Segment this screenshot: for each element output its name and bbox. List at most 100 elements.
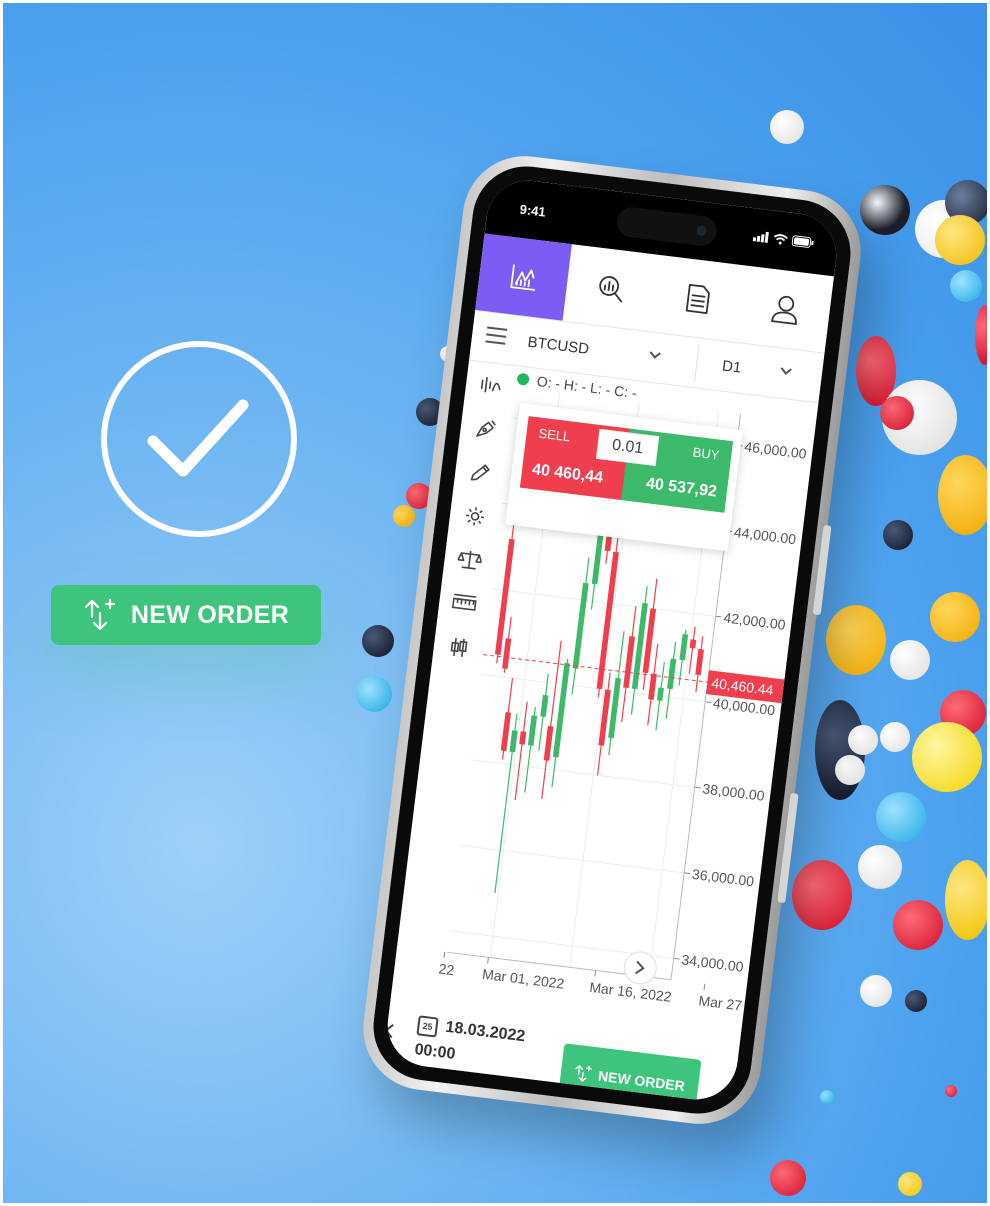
phone-new-order-button[interactable]: NEW ORDER bbox=[557, 1043, 702, 1105]
ball-decoration bbox=[912, 722, 982, 792]
order-arrows-icon bbox=[84, 598, 115, 631]
grid-line bbox=[491, 588, 720, 618]
pen-tool-icon bbox=[476, 420, 496, 437]
ball-decoration bbox=[880, 396, 914, 430]
ball-decoration bbox=[792, 860, 852, 930]
tab-analysis[interactable] bbox=[563, 244, 660, 331]
selected-date: 18.03.2022 bbox=[444, 1018, 527, 1046]
date-axis-label: 22 bbox=[438, 960, 456, 978]
indicators-icon bbox=[480, 377, 501, 393]
ball-decoration bbox=[883, 520, 913, 550]
candle-body bbox=[494, 538, 515, 655]
sell-label: SELL bbox=[537, 425, 572, 445]
document-list-icon bbox=[685, 283, 710, 314]
buy-label: BUY bbox=[691, 444, 721, 463]
ball-decoration bbox=[880, 722, 910, 752]
ball-decoration bbox=[975, 305, 990, 365]
ball-decoration bbox=[356, 676, 392, 712]
chevron-down-icon[interactable] bbox=[780, 363, 792, 375]
price-tick bbox=[684, 872, 691, 875]
price-tick bbox=[673, 957, 680, 960]
gear-icon bbox=[466, 507, 485, 526]
price-axis-label: 34,000.00 bbox=[681, 951, 745, 974]
candle-body bbox=[540, 694, 549, 717]
chevron-down-icon[interactable] bbox=[649, 347, 661, 359]
grid-line bbox=[459, 844, 689, 874]
ball-decoration bbox=[945, 860, 990, 940]
ball-decoration bbox=[860, 975, 892, 1007]
analytics-search-icon bbox=[599, 275, 623, 303]
ball-decoration bbox=[938, 455, 990, 535]
ball-decoration bbox=[826, 605, 886, 675]
price-axis-label: 44,000.00 bbox=[733, 524, 797, 547]
phone-new-order-label: NEW ORDER bbox=[597, 1067, 686, 1095]
tab-profile[interactable] bbox=[737, 266, 834, 353]
balance-scale-icon bbox=[457, 551, 483, 570]
ruler-icon bbox=[451, 593, 477, 611]
phone-mockup: 9:41 BTCUSD D1 46,000.00 44,000.00 42,00… bbox=[356, 149, 868, 1131]
candle-body bbox=[527, 715, 538, 746]
sell-price: 40 460,44 bbox=[531, 461, 604, 487]
ball-decoration bbox=[858, 845, 902, 889]
grid-line bbox=[470, 759, 699, 789]
price-axis-label: 42,000.00 bbox=[723, 609, 787, 632]
app-screen: 9:41 BTCUSD D1 46,000.00 44,000.00 42,00… bbox=[382, 175, 842, 1105]
tab-chart[interactable] bbox=[475, 233, 572, 321]
ball-decoration bbox=[890, 640, 930, 680]
date-tick bbox=[487, 957, 489, 964]
divider bbox=[694, 344, 700, 383]
ball-decoration bbox=[820, 1090, 834, 1104]
candle-body bbox=[689, 639, 697, 649]
battery-icon bbox=[791, 235, 814, 248]
candle-body bbox=[572, 582, 589, 669]
status-icons bbox=[752, 230, 815, 248]
candle-body bbox=[679, 633, 689, 661]
ball-decoration bbox=[362, 625, 394, 657]
dynamic-island bbox=[615, 205, 719, 248]
market-open-indicator bbox=[516, 372, 530, 386]
menu-icon[interactable] bbox=[485, 326, 508, 345]
new-order-button[interactable]: NEW ORDER bbox=[51, 585, 321, 645]
candle-body bbox=[519, 731, 527, 745]
ball-decoration bbox=[893, 900, 943, 950]
timeframe-selector[interactable]: D1 bbox=[721, 357, 742, 376]
chevron-left-icon[interactable] bbox=[384, 1024, 399, 1039]
price-axis-label: 36,000.00 bbox=[691, 866, 755, 889]
tab-documents[interactable] bbox=[650, 255, 747, 342]
date-tick bbox=[703, 983, 706, 990]
candle-body bbox=[695, 648, 704, 676]
date-axis-label: Mar 01, 2022 bbox=[481, 966, 565, 992]
date-tick bbox=[443, 951, 446, 958]
success-check-icon bbox=[101, 341, 297, 537]
selected-time: 00:00 bbox=[413, 1041, 457, 1063]
order-arrows-icon bbox=[575, 1065, 593, 1082]
calendar-icon[interactable]: 25 bbox=[416, 1015, 439, 1038]
ball-decoration bbox=[905, 990, 927, 1012]
signal-icon bbox=[752, 231, 769, 243]
price-tick bbox=[705, 701, 712, 704]
candle-body bbox=[656, 687, 664, 701]
symbol-selector[interactable]: BTCUSD bbox=[527, 334, 590, 358]
candle-body bbox=[552, 662, 570, 758]
candle-wick bbox=[688, 626, 696, 674]
ball-decoration bbox=[770, 110, 804, 144]
date-axis-label: Mar 16, 2022 bbox=[589, 979, 673, 1005]
grid-line bbox=[480, 673, 710, 703]
ball-decoration bbox=[876, 792, 926, 842]
price-tick bbox=[694, 786, 701, 789]
candle-body bbox=[500, 712, 512, 752]
candle-body bbox=[608, 677, 622, 739]
price-tick bbox=[715, 615, 722, 618]
ball-decoration bbox=[848, 725, 878, 755]
ball-decoration bbox=[770, 1160, 806, 1196]
chart-icon bbox=[510, 263, 536, 291]
wifi-icon bbox=[773, 234, 788, 245]
price-axis-label: 38,000.00 bbox=[702, 780, 766, 803]
user-icon bbox=[771, 295, 797, 325]
date-axis-label: Mar 27 bbox=[698, 992, 743, 1013]
ball-decoration bbox=[898, 1172, 922, 1196]
pencil-icon bbox=[470, 464, 490, 481]
ball-decoration bbox=[950, 270, 982, 302]
candle-body bbox=[596, 551, 619, 690]
ball-decoration bbox=[393, 505, 415, 527]
